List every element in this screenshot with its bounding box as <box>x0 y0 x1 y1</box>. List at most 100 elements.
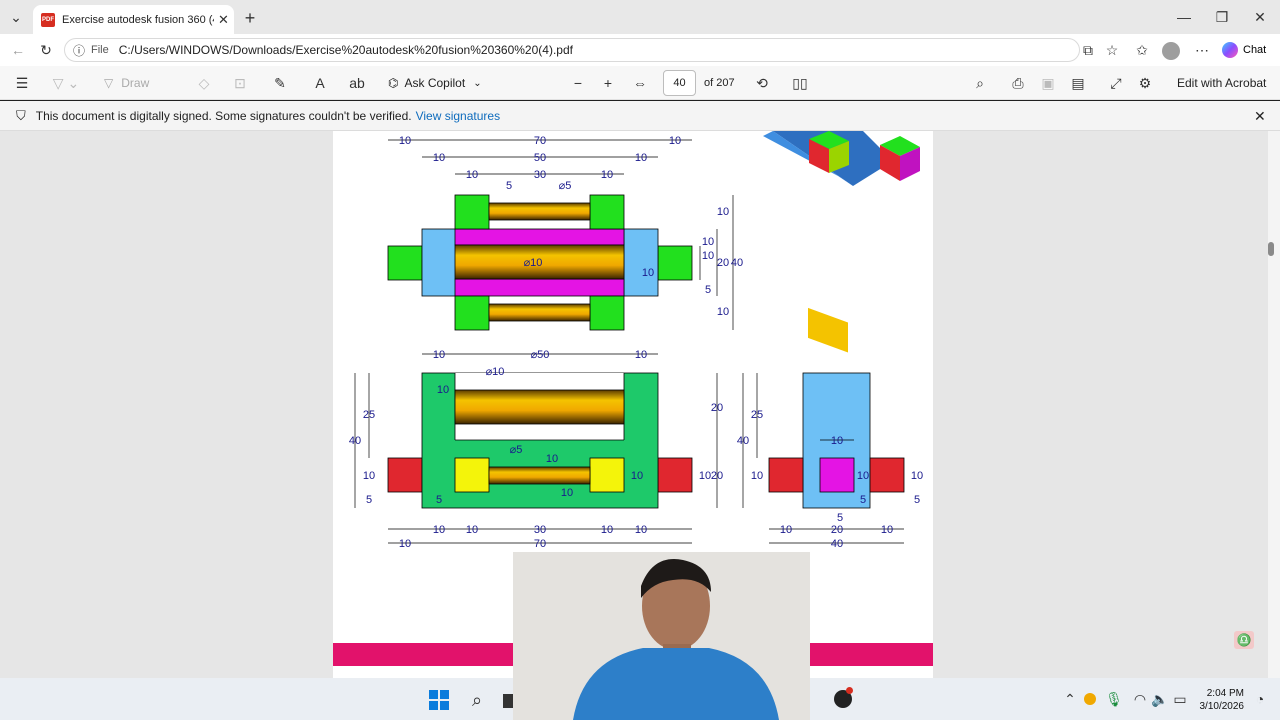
tab-list-button[interactable]: ⌄ <box>6 8 26 26</box>
dim-label: 10 <box>881 524 893 536</box>
dim-label: 40 <box>349 435 361 447</box>
dim-label: 10 <box>717 306 729 318</box>
contents-icon[interactable]: ☰ <box>12 73 32 93</box>
draw-label: Draw <box>121 76 150 90</box>
webcam-overlay <box>513 552 810 720</box>
dim-label: 10 <box>911 470 923 482</box>
show-hidden-icons-chevron[interactable]: ⌃ <box>1062 690 1078 708</box>
dim-label: 10 <box>831 435 843 447</box>
microphone-icon[interactable]: 🎙 <box>1105 690 1123 708</box>
back-icon[interactable]: ← <box>8 40 28 60</box>
dim-label: 5 <box>436 494 442 506</box>
refresh-icon[interactable]: ↻ <box>36 40 56 60</box>
dim-label: ⌀5 <box>510 444 523 456</box>
text-box-icon[interactable]: ⊡ <box>230 73 250 93</box>
dim-label: 70 <box>534 538 546 550</box>
close-window-button[interactable]: ✕ <box>1250 8 1270 26</box>
dim-label: 10 <box>433 152 445 164</box>
dim-label: 10 <box>363 470 375 482</box>
dim-label: 30 <box>534 169 546 181</box>
translate-icon[interactable]: ab <box>346 73 368 93</box>
erase-icon[interactable]: ◇ <box>194 73 214 93</box>
dim-label: ⌀5 <box>559 180 572 192</box>
clock-time: 2:04 PM <box>1206 688 1244 699</box>
favorites-icon[interactable]: ✩ <box>1132 40 1152 60</box>
tab-strip: ⌄ PDF Exercise autodesk fusion 360 (4).p… <box>0 0 1280 34</box>
rotate-icon[interactable]: ⟲ <box>752 73 772 93</box>
save-as-icon[interactable]: ▤ <box>1068 73 1088 93</box>
minimize-button[interactable]: — <box>1174 8 1194 26</box>
copilot-sparkle-icon: ⌬ <box>388 76 399 90</box>
battery-icon[interactable]: ▭ <box>1172 690 1188 708</box>
dim-label: ⌀10 <box>486 366 505 378</box>
copilot-chat-button[interactable]: Chat <box>1222 40 1272 60</box>
dim-label: 10 <box>702 236 714 248</box>
shield-check-icon: ⛉ <box>16 107 26 123</box>
edit-with-acrobat-button[interactable]: Edit with Acrobat <box>1177 76 1266 90</box>
tab-title: Exercise autodesk fusion 360 (4).pdf <box>62 13 214 26</box>
chat-label: Chat <box>1243 44 1267 56</box>
page-view-icon[interactable]: ▯▯ <box>790 73 810 93</box>
ask-copilot-label: Ask Copilot <box>404 76 466 90</box>
dim-label: 5 <box>860 494 866 506</box>
zoom-in-icon[interactable]: + <box>598 73 618 93</box>
dim-label: 10 <box>466 169 478 181</box>
close-infobar-icon[interactable]: ✕ <box>1254 108 1266 125</box>
highlight-icon[interactable]: ▽ ⌄ <box>48 73 84 93</box>
volume-icon[interactable]: 🔈 <box>1151 690 1168 708</box>
start-windows-icon[interactable] <box>429 690 449 710</box>
dim-label: 70 <box>534 135 546 147</box>
draw-button[interactable]: ▽ Draw <box>104 73 180 93</box>
dim-label: 40 <box>831 538 843 550</box>
more-menu-icon[interactable]: ⋯ <box>1192 40 1212 60</box>
url-text: C:/Users/WINDOWS/Downloads/Exercise%20au… <box>118 43 573 57</box>
search-taskbar-icon[interactable]: ⌕ <box>466 689 488 711</box>
zoom-out-icon[interactable]: − <box>568 73 588 93</box>
close-tab-icon[interactable]: ✕ <box>218 12 229 28</box>
acrobat-icon[interactable]: ♎ <box>1234 631 1254 649</box>
dim-label: 10 <box>399 135 411 147</box>
chevron-down-icon: ⌄ <box>473 77 482 89</box>
dim-label: 20 <box>831 524 843 536</box>
scrollbar-thumb[interactable] <box>1268 242 1274 256</box>
favorite-star-icon[interactable]: ☆ <box>1102 40 1122 60</box>
dim-label: 10 <box>433 524 445 536</box>
view-signatures-link[interactable]: View signatures <box>416 109 501 123</box>
vertical-scrollbar[interactable] <box>1268 131 1280 678</box>
webcam-person-image <box>513 552 810 720</box>
clock[interactable]: 2:04 PM 3/10/2026 <box>1196 687 1245 713</box>
dim-label: 10 <box>717 206 729 218</box>
save-icon[interactable]: ▣ <box>1038 73 1058 93</box>
page-number-input[interactable]: 40 <box>663 70 696 96</box>
tray-app-icon[interactable] <box>1084 693 1096 705</box>
task-view-icon[interactable] <box>503 694 513 708</box>
dim-label: 50 <box>534 152 546 164</box>
copilot-icon <box>1222 42 1238 58</box>
print-icon[interactable]: ⎙ <box>1008 73 1028 93</box>
add-text-icon[interactable]: ✎ <box>270 73 290 93</box>
maximize-button[interactable]: ❐ <box>1212 8 1232 26</box>
read-aloud-icon[interactable]: ⧉ <box>1078 40 1098 60</box>
dim-label: ⌀10 <box>524 257 543 269</box>
dim-label: 40 <box>737 435 749 447</box>
front-view <box>387 372 693 509</box>
url-field[interactable]: ⓘ File C:/Users/WINDOWS/Downloads/Exerci… <box>64 38 1080 62</box>
dim-label: 10 <box>642 267 654 279</box>
search-icon[interactable]: ⌕ <box>970 73 990 93</box>
fit-width-icon[interactable]: ⇔ <box>630 73 650 93</box>
dim-label: 10 <box>635 152 647 164</box>
fullscreen-icon[interactable]: ⤢ <box>1106 73 1126 93</box>
wifi-icon[interactable]: ◠ <box>1132 690 1148 708</box>
clock-date: 3/10/2026 <box>1199 701 1245 712</box>
dim-label: 5 <box>366 494 372 506</box>
profile-avatar[interactable] <box>1162 42 1180 60</box>
tab-active[interactable]: PDF Exercise autodesk fusion 360 (4).pdf… <box>33 5 234 34</box>
new-tab-button[interactable]: + <box>240 8 260 28</box>
dim-label: 10 <box>631 470 643 482</box>
ask-copilot-button[interactable]: ⌬ Ask Copilot ⌄ <box>388 73 492 93</box>
notification-bell-icon[interactable]: ◔ <box>1252 690 1268 708</box>
read-aloud-text-icon[interactable]: A <box>310 73 330 93</box>
info-icon[interactable]: ⓘ <box>73 42 85 59</box>
dim-label: 30 <box>534 524 546 536</box>
settings-gear-icon[interactable]: ⚙ <box>1135 73 1155 93</box>
